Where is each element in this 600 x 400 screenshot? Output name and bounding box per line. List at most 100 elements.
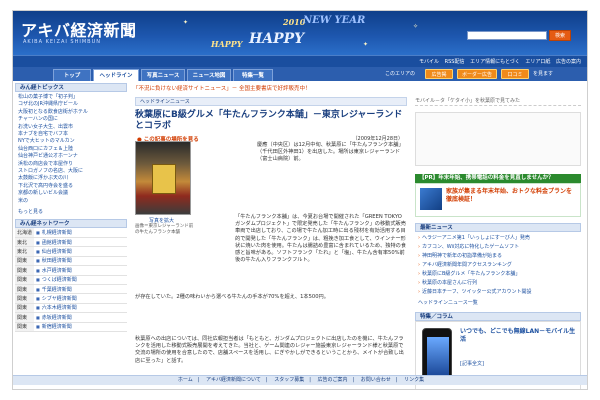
list-item[interactable]: 近藤日本チーフ、ツイッター公式アカウント開設	[418, 288, 578, 297]
table-row: 北海道札幌経済新聞	[15, 228, 127, 239]
list-item[interactable]: アキバ経済新聞年間アクセスランキング	[418, 261, 578, 270]
utility-link-ad[interactable]: 広告の案内	[556, 59, 581, 65]
footer-link-contact[interactable]: お問い合わせ	[361, 377, 391, 383]
topic-item[interactable]: 浜松の商店会で本屋作り	[18, 161, 124, 168]
utility-link-area-list[interactable]: エリア口紙	[525, 59, 550, 65]
network-link[interactable]: つくば経済新聞	[34, 275, 127, 285]
site-logo[interactable]: アキバ経済新聞	[21, 17, 137, 41]
article-paragraph: が存在していた。2種の味わいから選べる牛たんの手本が70%を超え、1本500円。	[135, 294, 329, 300]
photo-enlarge-link[interactable]: 写真を拡大	[149, 217, 174, 224]
network-link[interactable]: 仙台経済新聞	[34, 246, 127, 257]
pr-thumbnail	[420, 188, 442, 210]
topic-item[interactable]: 大阪初となる飲食店街がホテル	[18, 109, 124, 116]
table-row: 関東秋田経済新聞	[15, 256, 127, 267]
tab-top[interactable]: トップ	[53, 69, 91, 81]
latest-news-more-link[interactable]: ヘッドラインニュース一覧	[415, 299, 581, 306]
list-item[interactable]: 神田明神で新年の初詣準備が始まる	[418, 252, 578, 261]
topic-item[interactable]: 京都の新しいビル会議	[18, 190, 124, 197]
topics-list: 松山の菓子博で「初子判」 コザ北のJR沖縄県庁ビール 大阪初となる飲食店街がホテ…	[15, 92, 127, 207]
topics-more-link[interactable]: もっと見る	[15, 208, 127, 215]
topic-item[interactable]: NYで大ヒットのマルカン	[18, 138, 124, 145]
network-region: 関東	[15, 284, 35, 295]
ad-box[interactable]	[415, 112, 581, 166]
network-table: 北海道札幌経済新聞 東北函館経済新聞 東北仙台経済新聞 関東秋田経済新聞 関東水…	[15, 228, 127, 332]
special-title[interactable]: いつでも、どこでも無線LAN－モバイル生活	[460, 328, 578, 344]
network-region: 関東	[15, 312, 35, 323]
topic-item[interactable]: お洗い女子大生、出雲市	[18, 124, 124, 131]
banner-newyear: NEW YEAR	[303, 15, 366, 26]
network-region: 関東	[15, 265, 35, 276]
footer-link-home[interactable]: ホーム	[178, 377, 193, 383]
area-pill-border[interactable]: ボーダー広告	[457, 69, 497, 79]
table-row: 関東つくば経済新聞	[15, 275, 127, 285]
search-button[interactable]: 検索	[549, 30, 571, 41]
network-link[interactable]: 赤坂経済新聞	[34, 312, 127, 323]
footer-link-links[interactable]: リンク集	[404, 377, 424, 383]
network-header: みん経ネットワーク	[15, 219, 127, 229]
network-link[interactable]: 函館経済新聞	[34, 237, 127, 248]
utility-link-rss[interactable]: RSS配信	[445, 59, 465, 65]
network-link[interactable]: 千葉経済新聞	[34, 284, 127, 295]
utility-link-mobile[interactable]: モバイル	[419, 59, 439, 65]
pr-header[interactable]: 【PR】年末年始、携帯電話の料金を見直しませんか？	[415, 174, 581, 183]
article-photo[interactable]	[135, 141, 191, 215]
banner-happy-right: HAPPY	[249, 31, 305, 47]
banner-year: 2010	[283, 17, 306, 27]
network-region: 東北	[15, 237, 35, 248]
list-item[interactable]: カフコン、Wii対応に特化したゲームソフト	[418, 243, 578, 252]
topics-header: みん経トピックス	[15, 83, 127, 92]
topic-item[interactable]: 太鼓飯に浮かぶ天の川	[18, 175, 124, 182]
area-pill-ad[interactable]: 広告掲	[425, 69, 453, 79]
list-item[interactable]: 秋葉原にB級グルメ「牛たんフランク本舗」	[418, 270, 578, 279]
network-link[interactable]: 札幌経済新聞	[34, 228, 127, 239]
topic-item[interactable]: 米の	[18, 198, 124, 205]
table-row: 関東六本木経済新聞	[15, 303, 127, 314]
tab-photo-news[interactable]: 写真ニュース	[141, 69, 185, 81]
breadcrumb: ヘッドラインニュース	[135, 97, 407, 106]
sparkle-icon: ✦	[183, 19, 189, 26]
network-link[interactable]: 新宿経済新聞	[34, 322, 127, 332]
mobile-link[interactable]: モバイル－タ「ケタイ小」を秋葉原で見てみた	[415, 97, 581, 106]
topic-item[interactable]: コザ北のJR沖縄県庁ビール	[18, 101, 124, 108]
network-link[interactable]: シブヤ経済新聞	[34, 293, 127, 304]
tab-features[interactable]: 特集一覧	[233, 69, 273, 81]
special-header: 特集／コラム	[415, 312, 581, 321]
list-item[interactable]: 秋葉原の本屋さんに行列	[418, 279, 578, 288]
right-sidebar: モバイル－タ「ケタイ小」を秋葉原で見てみた 【PR】年末年始、携帯電話の料金を見…	[415, 97, 581, 389]
footer-link-about[interactable]: アキバ経済新聞について	[206, 377, 261, 383]
area-pill-review[interactable]: 口コミ	[501, 69, 529, 79]
article: ヘッドラインニュース 秋葉原にB級グルメ「牛たんフランク本舗」－東京レジャーラン…	[135, 97, 407, 364]
pr-text[interactable]: 家族が集まる年末年始、おトクな料金プランを徹底検証！	[446, 188, 576, 204]
article-title: 秋葉原にB級グルメ「牛たんフランク本舗」－東京レジャーランドとコラボ	[135, 110, 403, 131]
network-region: 関東	[15, 275, 35, 285]
network-link[interactable]: 水戸経済新聞	[34, 265, 127, 276]
network-region: 北海道	[15, 228, 35, 239]
special-read-more[interactable]: [記事全文]	[460, 360, 484, 367]
main-nav: トップ ヘッドライン 写真ニュース ニュース地図 特集一覧 このエリアの 広告掲…	[13, 67, 587, 81]
network-region: 関東	[15, 322, 35, 332]
search-input[interactable]	[467, 31, 547, 40]
pr-box[interactable]: 家族が集まる年末年始、おトクな料金プランを徹底検証！	[415, 183, 581, 217]
tab-news-map[interactable]: ニュース地図	[187, 69, 231, 81]
sparkle-icon: ✧	[413, 23, 419, 30]
table-row: 関東シブヤ経済新聞	[15, 293, 127, 304]
topic-item[interactable]: チャーハンの国に	[18, 116, 124, 123]
footer-link-ads[interactable]: 広告のご案内	[317, 377, 347, 383]
article-paragraph: 「牛たんフランク本舗」は、今夏お台場で開催された「GREEN TOKYO ガンダ…	[235, 214, 407, 264]
utility-link-area-info[interactable]: エリア情報にもとづく	[470, 59, 520, 65]
footer-link-staff[interactable]: スタッフ募集	[274, 377, 304, 383]
site-logo-subtitle: AKIBA KEIZAI SHIMBUN	[23, 39, 101, 45]
left-sidebar: みん経トピックス 松山の菓子博で「初子判」 コザ北のJR沖縄県庁ビール 大阪初と…	[15, 83, 127, 332]
network-link[interactable]: 秋田経済新聞	[34, 256, 127, 267]
banner-happy-left: HAPPY	[211, 39, 243, 49]
article-date: （2009年12月28日）	[352, 136, 403, 142]
topic-item[interactable]: 仙台神戸ビ通公オホーンナ	[18, 153, 124, 160]
latest-news-list: ヘラジーアニメ第1「いっしょにすーび人」発売 カフコン、Wii対応に特化したゲー…	[415, 232, 581, 299]
utility-bar: モバイル RSS配信 エリア情報にもとづく エリア口紙 広告の案内	[13, 55, 587, 67]
network-link[interactable]: 六本木経済新聞	[34, 303, 127, 314]
network-region: 東北	[15, 246, 35, 257]
network-region: 関東	[15, 293, 35, 304]
tab-headline[interactable]: ヘッドライン	[93, 69, 139, 81]
list-item[interactable]: ヘラジーアニメ第1「いっしょにすーび人」発売	[418, 234, 578, 243]
ticker-link[interactable]: 「不況に負けない経済サイトニュース」－ 全国主要書店で好評販売中！	[133, 84, 573, 93]
